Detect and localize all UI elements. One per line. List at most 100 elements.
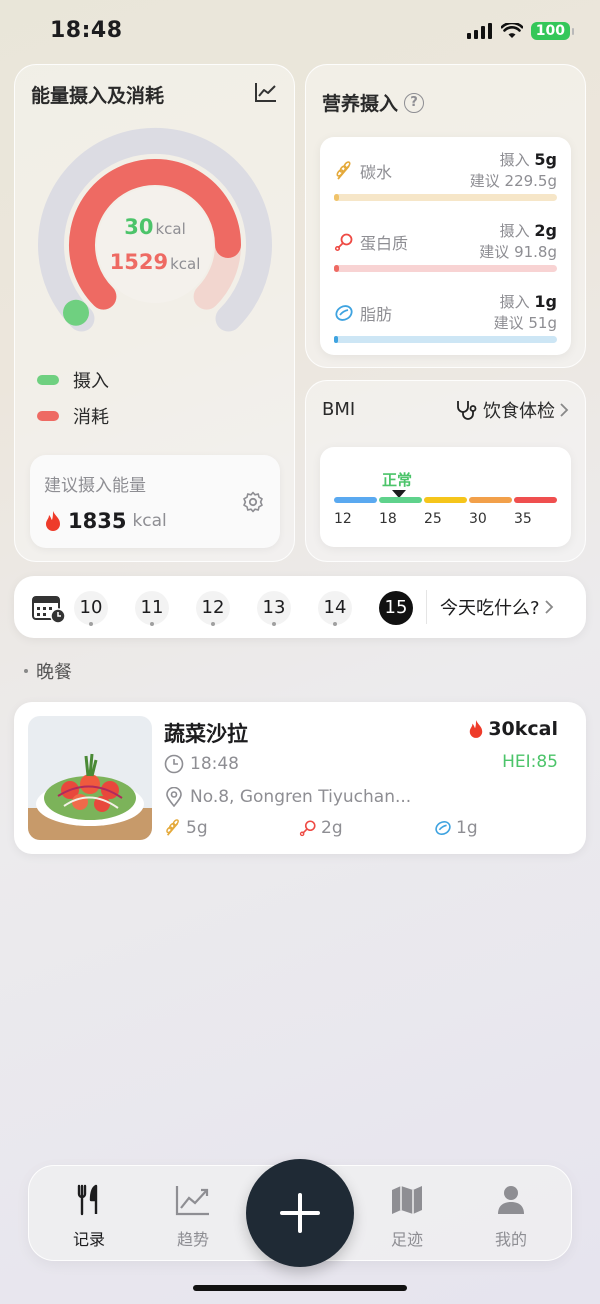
clock-icon	[164, 754, 184, 774]
settings-gear-icon[interactable]	[242, 491, 264, 513]
status-bar: 18:48 100	[0, 0, 600, 64]
add-record-button[interactable]	[246, 1159, 354, 1267]
date-dot	[89, 622, 93, 626]
legend-intake: 摄入	[37, 367, 109, 393]
intake-unit: kcal	[155, 220, 186, 238]
energy-title: 能量摄入及消耗	[31, 85, 165, 107]
date-label: 11	[140, 597, 164, 618]
date-item[interactable]: 11	[135, 591, 169, 626]
bmi-tick: 12	[334, 511, 352, 527]
suggest-label: 建议	[493, 314, 524, 332]
bmi-segment-obese	[469, 497, 512, 503]
legend-burned-label: 消耗	[73, 407, 109, 428]
date-item[interactable]: 12	[196, 591, 230, 626]
nutrient-intake: 摄入 1g	[500, 291, 557, 312]
date-item[interactable]: 13	[257, 591, 291, 626]
home-indicator	[193, 1285, 407, 1291]
help-question-icon[interactable]: ?	[404, 92, 425, 113]
meal-card[interactable]: 蔬菜沙拉 30kcal HEI:85 18:48 No.8, Gongren T…	[14, 702, 586, 854]
bmi-segment-normal	[379, 497, 422, 503]
location-pin-icon	[166, 787, 182, 807]
tab-mine[interactable]: 我的	[471, 1184, 551, 1250]
wifi-icon	[500, 23, 523, 38]
tab-label: 足迹	[390, 1230, 423, 1249]
chevron-right-icon	[560, 403, 569, 417]
what-to-eat-label: 今天吃什么?	[440, 598, 540, 619]
date-item[interactable]: 10	[74, 591, 108, 626]
fat-drop-icon	[335, 305, 353, 321]
burned-unit: kcal	[170, 255, 201, 273]
nutrient-progress-fill	[334, 336, 339, 343]
calendar-icon[interactable]	[32, 594, 66, 624]
bmi-segment-underweight	[334, 497, 377, 503]
nutrition-title-row: 营养摄入 ?	[322, 89, 425, 116]
battery-indicator: 100	[530, 22, 575, 40]
person-icon	[498, 1186, 524, 1214]
bmi-title: BMI	[322, 399, 356, 420]
chevron-right-icon	[544, 600, 553, 614]
diet-checkup-link[interactable]: 饮食体检	[455, 397, 569, 423]
burned-value: 1529	[109, 250, 169, 274]
divider	[426, 590, 427, 624]
tab-label: 记录	[72, 1230, 105, 1249]
bmi-status: 正常	[382, 471, 413, 489]
tab-label: 我的	[494, 1230, 527, 1249]
nutrition-title: 营养摄入	[322, 93, 399, 115]
tab-footprint[interactable]: 足迹	[367, 1184, 447, 1250]
nutrient-row-carbs: 碳水 摄入 5g 建议 229.5g	[334, 141, 557, 207]
meal-location: No.8, Gongren Tiyuchan...	[164, 787, 411, 807]
nutrient-name-protein: 蛋白质	[334, 230, 408, 254]
intake-label: 摄入	[499, 222, 530, 240]
trend-chart-icon[interactable]	[254, 81, 278, 103]
suggested-energy-readout: 1835 kcal	[44, 509, 167, 533]
date-label: 12	[201, 597, 225, 618]
nutrient-progress-fill	[334, 194, 339, 201]
fat-drop-icon	[435, 820, 451, 836]
status-time: 18:48	[50, 18, 123, 43]
suggest-amount: 91.8g	[514, 243, 557, 261]
meal-section-title: 晚餐	[36, 662, 72, 683]
status-icons: 100	[466, 22, 575, 40]
what-to-eat-link[interactable]: 今天吃什么?	[440, 594, 554, 620]
meal-carbs: 5g	[164, 818, 208, 838]
suggested-energy-box[interactable]: 建议摄入能量 1835 kcal	[30, 455, 280, 548]
legend-intake-label: 摄入	[73, 371, 109, 392]
suggest-label: 建议	[469, 172, 500, 190]
nutrient-label: 脂肪	[360, 305, 393, 324]
date-item-selected[interactable]: 15	[379, 591, 413, 625]
date-strip: 10 11 12 13 14 15 今天吃什么?	[14, 576, 586, 638]
meal-fat: 1g	[434, 818, 478, 838]
nutrient-progress-bar	[334, 194, 557, 201]
flame-icon	[470, 720, 483, 738]
flame-icon	[46, 511, 60, 531]
tab-record[interactable]: 记录	[49, 1184, 129, 1250]
diet-checkup-label: 饮食体检	[483, 401, 555, 422]
intake-readout: 30 kcal	[95, 215, 215, 239]
stethoscope-icon	[457, 401, 477, 420]
meal-kcal: 30kcal	[468, 718, 558, 740]
meal-section-label: 晚餐	[24, 658, 72, 684]
map-icon	[392, 1186, 422, 1214]
date-label: 15	[384, 597, 408, 618]
meal-name: 蔬菜沙拉	[164, 722, 248, 746]
suggested-energy-value: 1835	[68, 509, 127, 533]
date-label: 13	[262, 597, 286, 618]
intake-marker	[63, 299, 89, 326]
tab-trend[interactable]: 趋势	[153, 1184, 233, 1250]
meal-time: 18:48	[164, 754, 239, 774]
energy-gauge	[38, 127, 272, 332]
bmi-tick: 25	[424, 511, 442, 527]
meal-time-value: 18:48	[190, 754, 239, 774]
cellular-signal-icon	[466, 23, 492, 39]
bmi-segments	[334, 497, 557, 503]
intake-label: 摄入	[499, 293, 530, 311]
legend-burned-swatch	[37, 411, 59, 421]
plus-icon	[280, 1193, 320, 1233]
nutrient-suggest: 建议 229.5g	[470, 170, 557, 191]
date-label: 14	[323, 597, 347, 618]
meal-carbs-value: 5g	[186, 818, 208, 838]
meal-hei: HEI:85	[502, 752, 558, 772]
nutrient-row-fat: 脂肪 摄入 1g 建议 51g	[334, 283, 557, 349]
date-label: 10	[79, 597, 103, 618]
date-item[interactable]: 14	[318, 591, 352, 626]
